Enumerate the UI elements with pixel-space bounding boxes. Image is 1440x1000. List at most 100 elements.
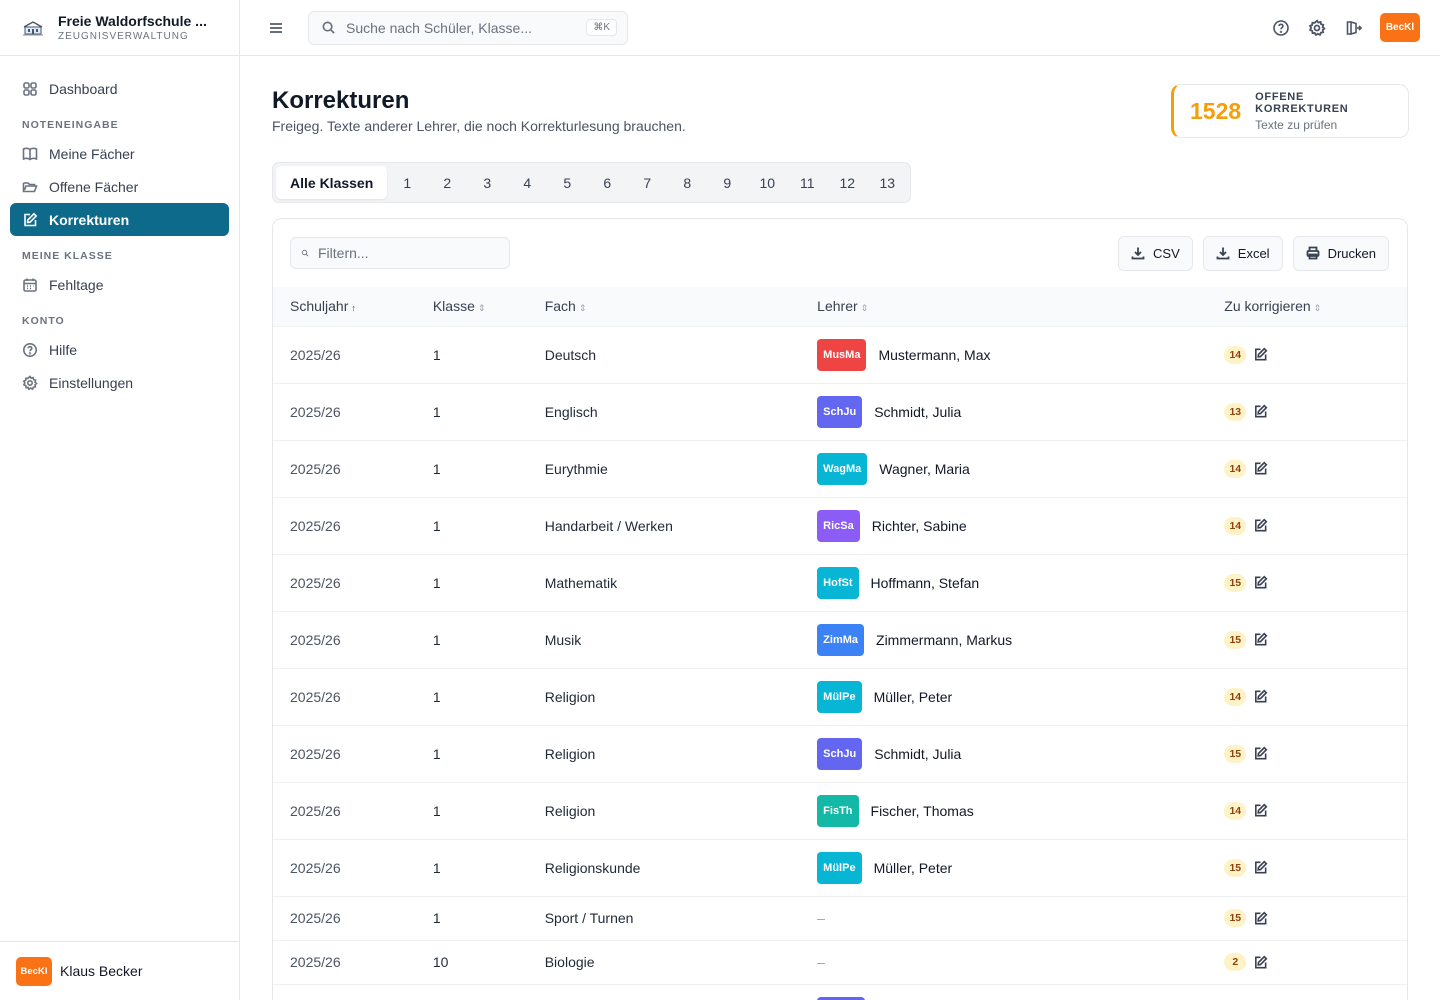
teacher-cell: HofSt Hoffmann, Stefan [817, 566, 1190, 599]
edit-icon[interactable] [1253, 518, 1268, 533]
table-body: 2025/26 1 Deutsch MusMa Mustermann, Max 14 202… [273, 326, 1407, 1000]
table-row[interactable]: 2025/26 1 Deutsch MusMa Mustermann, Max 14 [273, 326, 1407, 383]
nav-section-meine-klasse: MEINE KLASSE [22, 250, 113, 262]
filter-input[interactable] [318, 245, 499, 261]
page-title: Korrekturen [272, 87, 410, 114]
header-label: Schuljahr [290, 298, 349, 315]
edit-icon[interactable] [1253, 746, 1268, 761]
count-cell: 2 [1224, 953, 1390, 971]
school-logo-icon [23, 20, 43, 36]
excel-button[interactable]: Excel [1202, 235, 1283, 271]
column-header-klasse[interactable]: Klasse ⇕ [416, 287, 528, 326]
teacher-empty: – [817, 954, 825, 970]
help-icon[interactable] [1272, 19, 1290, 37]
user-footer[interactable]: BecKl Klaus Becker [0, 941, 239, 1000]
edit-icon[interactable] [1253, 689, 1268, 704]
column-header-zu-korrigieren[interactable]: Zu korrigieren ⇕ [1207, 287, 1407, 326]
table-row[interactable]: 2025/26 1 Englisch SchJu Schmidt, Julia 13 [273, 383, 1407, 440]
column-header-schuljahr[interactable]: Schuljahr ↑ [273, 287, 416, 326]
cell-fach: Religion [544, 745, 596, 762]
cell-fach: Handarbeit / Werken [544, 517, 673, 534]
csv-button[interactable]: CSV [1118, 235, 1193, 271]
table-row[interactable]: 2025/26 10 Biologie – 2 [273, 940, 1407, 984]
edit-icon[interactable] [1253, 860, 1268, 875]
table-row[interactable]: 2025/26 1 Eurythmie WagMa Wagner, Maria 14 [273, 440, 1407, 497]
teacher-name: Fischer, Thomas [870, 802, 974, 819]
brand[interactable]: Freie Waldorfschule ... ZEUGNISVERWALTUN… [0, 0, 239, 56]
table-row[interactable] [273, 984, 1407, 1000]
teacher-name: Wagner, Maria [879, 460, 970, 477]
table-row[interactable]: 2025/26 1 Religion MülPe Müller, Peter 14 [273, 668, 1407, 725]
cell-fach: Religionskunde [544, 859, 641, 876]
table-row[interactable]: 2025/26 1 Religionskunde MülPe Müller, Peter… [273, 839, 1407, 896]
tab-klasse-8[interactable]: 8 [667, 166, 707, 199]
edit-icon[interactable] [1253, 632, 1268, 647]
tab-klasse-2[interactable]: 2 [427, 166, 467, 199]
tab-klasse-11[interactable]: 11 [787, 166, 827, 199]
sidebar-item-hilfe[interactable]: Hilfe [10, 333, 229, 366]
print-button[interactable]: Drucken [1292, 235, 1389, 271]
search-input[interactable] [346, 19, 587, 36]
sidebar-item-label: Meine Fächer [49, 145, 135, 162]
corrections-table: Schuljahr ↑ Klasse ⇕ Fach ⇕ Lehrer ⇕ Zu korr… [273, 287, 1407, 1000]
tab-klasse-7[interactable]: 7 [627, 166, 667, 199]
search-box[interactable]: ⌘K [308, 10, 628, 45]
sidebar-item-dashboard[interactable]: Dashboard [10, 72, 229, 105]
cell-klasse: 1 [432, 403, 441, 420]
count-cell: 15 [1224, 744, 1390, 763]
edit-icon[interactable] [1253, 575, 1268, 590]
sidebar-item-label: Offene Fächer [49, 178, 139, 195]
cell-lehrer: RicSa Richter, Sabine [800, 497, 1207, 554]
table-row[interactable]: 2025/26 1 Handarbeit / Werken RicSa Richter,… [273, 497, 1407, 554]
tab-klasse-13[interactable]: 13 [867, 166, 907, 199]
table-row[interactable]: 2025/26 1 Mathematik HofSt Hoffmann, Stefan 1… [273, 554, 1407, 611]
tab-klasse-5[interactable]: 5 [547, 166, 587, 199]
tab-klasse-9[interactable]: 9 [707, 166, 747, 199]
csv-button-label: CSV [1153, 245, 1180, 261]
cell-lehrer: ZimMa Zimmermann, Markus [800, 611, 1207, 668]
tab-alle-klassen[interactable]: Alle Klassen [276, 166, 388, 199]
cell-lehrer: WagMa Wagner, Maria [800, 440, 1207, 497]
edit-icon[interactable] [1253, 955, 1268, 970]
tab-klasse-1[interactable]: 1 [387, 166, 427, 199]
count-badge: 2 [1224, 953, 1247, 971]
cell-schuljahr: 2025/26 [290, 859, 341, 876]
sidebar-item-meine-faecher[interactable]: Meine Fächer [10, 137, 229, 170]
sidebar-item-offene-faecher[interactable]: Offene Fächer [10, 170, 229, 203]
column-header-lehrer[interactable]: Lehrer ⇕ [800, 287, 1207, 326]
cell-lehrer [800, 984, 1207, 1000]
tab-klasse-6[interactable]: 6 [587, 166, 627, 199]
table-row[interactable]: 2025/26 1 Religion SchJu Schmidt, Julia 15 [273, 725, 1407, 782]
sidebar-item-korrekturen[interactable]: Korrekturen [10, 203, 229, 236]
menu-icon[interactable] [268, 21, 284, 35]
table-row[interactable]: 2025/26 1 Musik ZimMa Zimmermann, Markus 15 [273, 611, 1407, 668]
teacher-badge: MülPe [817, 851, 862, 884]
column-header-fach[interactable]: Fach ⇕ [528, 287, 800, 326]
tab-klasse-12[interactable]: 12 [827, 166, 867, 199]
edit-icon[interactable] [1253, 347, 1268, 362]
table-row[interactable]: 2025/26 1 Religion FisTh Fischer, Thomas 14 [273, 782, 1407, 839]
tab-klasse-3[interactable]: 3 [467, 166, 507, 199]
count-badge: 15 [1224, 909, 1247, 927]
count-badge: 14 [1224, 687, 1247, 706]
edit-icon[interactable] [1253, 404, 1268, 419]
edit-icon[interactable] [1253, 911, 1268, 926]
header-label: Zu korrigieren [1224, 298, 1311, 315]
edit-icon[interactable] [1253, 803, 1268, 818]
filter-box[interactable] [290, 237, 510, 269]
tab-klasse-10[interactable]: 10 [747, 166, 787, 199]
gear-icon[interactable] [1308, 18, 1326, 37]
teacher-badge: MusMa [817, 338, 867, 371]
table-row[interactable]: 2025/26 1 Sport / Turnen – 15 [273, 896, 1407, 940]
cell-schuljahr: 2025/26 [290, 745, 341, 762]
user-avatar[interactable]: BecKl [1380, 13, 1420, 42]
edit-icon[interactable] [1253, 461, 1268, 476]
logout-icon[interactable] [1344, 19, 1362, 37]
cell-lehrer: FisTh Fischer, Thomas [800, 782, 1207, 839]
cell-zu-korrigieren: 15 [1207, 554, 1407, 611]
tab-klasse-4[interactable]: 4 [507, 166, 547, 199]
folder-open-icon [22, 181, 38, 192]
sidebar-item-fehltage[interactable]: Fehltage [10, 268, 229, 301]
sidebar-nav: Dashboard NOTENEINGABE Meine Fächer Offe… [0, 56, 239, 415]
sidebar-item-einstellungen[interactable]: Einstellungen [10, 366, 229, 399]
